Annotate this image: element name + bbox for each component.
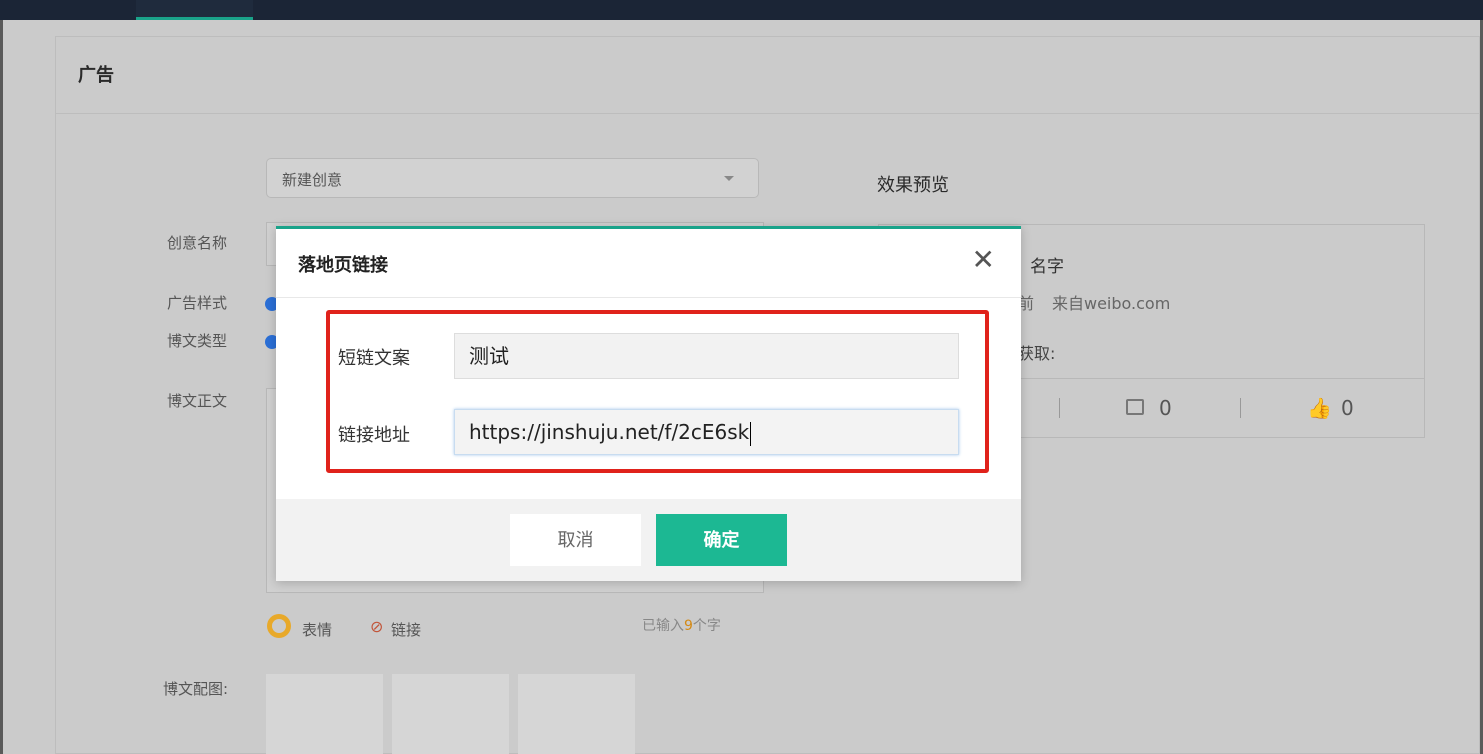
- post-images-label: 博文配图:: [163, 680, 229, 698]
- char-count-prefix: 已输入: [642, 618, 684, 634]
- confirm-button[interactable]: 确定: [656, 514, 787, 566]
- link-icon[interactable]: ⊘: [370, 617, 383, 636]
- dialog-title: 落地页链接: [298, 255, 388, 276]
- preview-title: 效果预览: [877, 175, 949, 196]
- creative-select-value: 新建创意: [282, 171, 343, 189]
- creative-select[interactable]: 新建创意: [266, 158, 759, 198]
- char-count-number: 9: [684, 618, 693, 634]
- preview-account-name: 名字: [1030, 257, 1064, 277]
- preview-source: 来自weibo.com: [1052, 294, 1171, 313]
- creative-name-label: 创意名称: [167, 234, 228, 252]
- cancel-button[interactable]: 取消: [510, 514, 641, 566]
- preview-stat-separator: [1059, 398, 1060, 418]
- chevron-down-icon: [724, 176, 734, 181]
- dialog-footer: [276, 499, 1021, 581]
- emoji-button[interactable]: 表情: [302, 619, 332, 640]
- nav-tab-active[interactable]: [136, 0, 253, 20]
- char-count-suffix: 个字: [692, 618, 721, 634]
- link-button[interactable]: 链接: [391, 619, 421, 640]
- comment-icon: [1126, 399, 1144, 415]
- preview-comment-count: 0: [1159, 396, 1172, 420]
- image-upload-slot[interactable]: [392, 674, 509, 754]
- preview-stat-separator: [1240, 398, 1241, 418]
- thumbs-up-icon: 👍: [1307, 396, 1332, 420]
- post-type-label: 博文类型: [167, 332, 228, 350]
- dialog-header: 落地页链接 ✕: [276, 229, 1021, 298]
- panel-header: 广告: [56, 37, 1479, 114]
- smile-icon[interactable]: [267, 614, 291, 638]
- panel-title: 广告: [78, 65, 114, 86]
- post-body-label: 博文正文: [167, 392, 228, 410]
- char-count: 已输入9个字: [642, 615, 721, 635]
- image-upload-slot[interactable]: [266, 674, 383, 754]
- preview-like-count: 0: [1341, 396, 1354, 420]
- preview-get-label: 获取:: [1018, 344, 1056, 363]
- highlight-box: [326, 310, 989, 473]
- ad-style-label: 广告样式: [167, 294, 228, 312]
- frame-left-edge: [0, 20, 3, 754]
- top-navbar: [0, 0, 1483, 20]
- close-icon[interactable]: ✕: [972, 245, 995, 275]
- image-upload-slot[interactable]: [518, 674, 635, 754]
